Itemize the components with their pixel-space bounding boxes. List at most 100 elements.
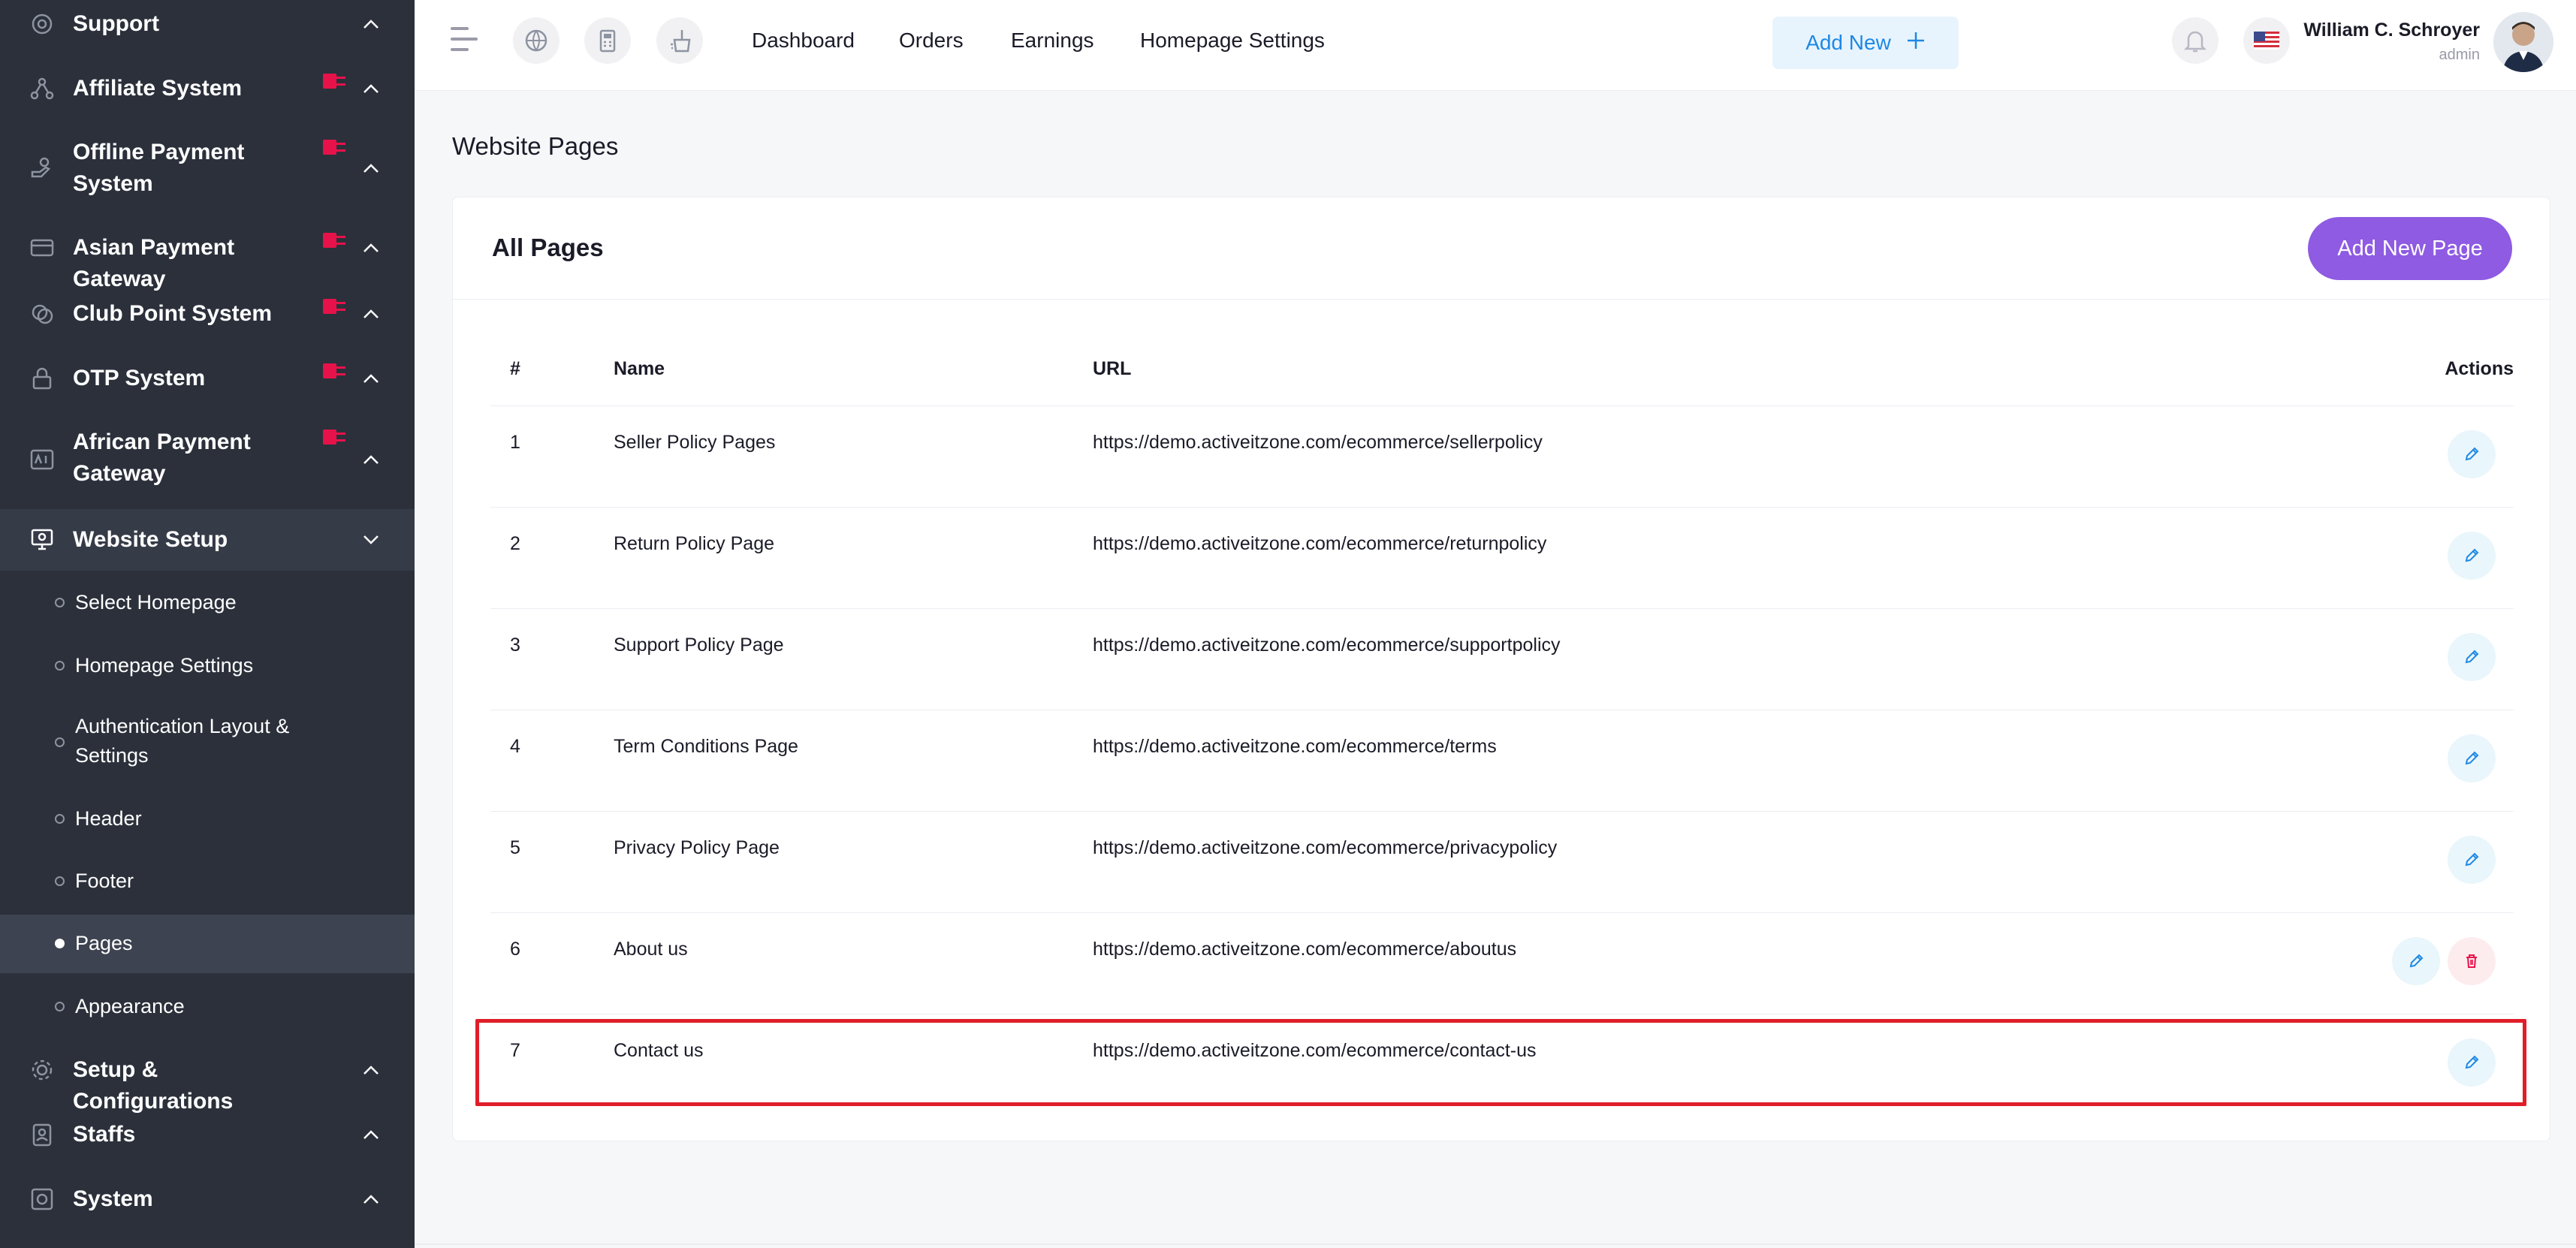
row-name: Seller Policy Pages (614, 432, 776, 453)
chevron-up-icon (360, 237, 382, 258)
bullet-icon (55, 939, 65, 948)
chevron-up-icon (360, 368, 382, 389)
addon-plug-icon (323, 428, 348, 448)
sidebar-item-website-setup[interactable]: Website Setup (0, 509, 415, 571)
chevron-up-icon (360, 303, 382, 324)
language-flag-icon[interactable] (2243, 17, 2290, 64)
pencil-icon (2465, 852, 2479, 867)
sidebar-subitem-select-homepage[interactable]: Select Homepage (0, 580, 415, 626)
staffs-icon (27, 1120, 57, 1150)
chevron-up-icon (360, 1060, 382, 1081)
edit-button[interactable] (2448, 734, 2496, 782)
sidebar-item-staffs[interactable]: Staffs (0, 1109, 415, 1160)
row-number: 5 (510, 837, 520, 858)
sidebar-item-label: Support (73, 11, 159, 36)
row-name: Term Conditions Page (614, 736, 798, 757)
sidebar-subitem-pages[interactable]: Pages (0, 915, 415, 973)
table-header: # Name URL Actions (490, 348, 2514, 406)
addon-plug-icon (323, 72, 348, 92)
affiliate-icon (27, 74, 57, 104)
row-url: https://demo.activeitzone.com/ecommerce/… (1093, 432, 1543, 453)
edit-button[interactable] (2448, 430, 2496, 478)
row-url: https://demo.activeitzone.com/ecommerce/… (1093, 533, 1547, 554)
sidebar-subitem-label: Header (75, 807, 142, 830)
offline-payment-icon (27, 153, 57, 183)
table-row: 4 Term Conditions Page https://demo.acti… (490, 710, 2514, 812)
globe-icon[interactable] (513, 17, 560, 64)
menu-toggle-icon[interactable] (451, 27, 481, 53)
table-row: 6 About us https://demo.activeitzone.com… (490, 913, 2514, 1014)
sidebar-subitem-authentication-layout[interactable]: Authentication Layout & Settings (0, 707, 415, 776)
add-new-button[interactable]: Add New (1772, 17, 1959, 69)
bullet-icon (55, 876, 65, 886)
table-row: 1 Seller Policy Pages https://demo.activ… (490, 406, 2514, 508)
chevron-up-icon (360, 1124, 382, 1145)
system-icon (27, 1184, 57, 1214)
edit-button[interactable] (2448, 532, 2496, 580)
nav-link-orders[interactable]: Orders (899, 27, 964, 54)
sidebar-item-offline-payment-system[interactable]: Offline Payment System (0, 129, 415, 207)
bullet-icon (55, 598, 65, 607)
sidebar-item-african-payment-gateway[interactable]: African Payment Gateway (0, 419, 415, 497)
sidebar-subitem-header[interactable]: Header (0, 796, 415, 843)
add-new-label: Add New (1805, 31, 1891, 54)
pencil-icon (2465, 447, 2479, 461)
sidebar-subitem-appearance[interactable]: Appearance (0, 984, 415, 1030)
sidebar: Support Affiliate System Offline Payment… (0, 0, 415, 1248)
nav-link-earnings[interactable]: Earnings (1011, 27, 1094, 54)
row-name: About us (614, 939, 688, 960)
delete-button[interactable] (2448, 937, 2496, 985)
sidebar-item-label: OTP System (73, 366, 206, 390)
row-url: https://demo.activeitzone.com/ecommerce/… (1093, 939, 1517, 960)
addon-plug-icon (323, 138, 348, 158)
clear-cache-icon[interactable] (656, 17, 703, 64)
row-number: 2 (510, 533, 520, 554)
chevron-up-icon (360, 78, 382, 99)
notification-bell-icon[interactable] (2172, 17, 2219, 64)
row-name: Return Policy Page (614, 533, 775, 554)
sidebar-item-support[interactable]: Support (0, 0, 415, 48)
sidebar-item-label: Offline Payment System (73, 140, 245, 196)
sidebar-subitem-footer[interactable]: Footer (0, 858, 415, 905)
sidebar-item-label: Asian Payment Gateway (73, 235, 235, 291)
row-number: 6 (510, 939, 520, 960)
card-header: All Pages Add New Page (453, 197, 2550, 300)
bullet-icon (55, 737, 65, 747)
edit-button[interactable] (2448, 633, 2496, 681)
sidebar-subitem-label: Footer (75, 870, 134, 892)
table-row: 3 Support Policy Page https://demo.activ… (490, 609, 2514, 710)
add-new-page-button[interactable]: Add New Page (2308, 217, 2512, 280)
edit-button[interactable] (2448, 836, 2496, 884)
row-name: Support Policy Page (614, 635, 784, 656)
sidebar-item-club-point-system[interactable]: Club Point System (0, 288, 415, 339)
sidebar-item-label: Club Point System (73, 301, 273, 326)
sidebar-item-system[interactable]: System (0, 1174, 415, 1225)
edit-button[interactable] (2392, 937, 2440, 985)
sidebar-item-label: Staffs (73, 1122, 136, 1147)
chevron-up-icon (360, 14, 382, 35)
chevron-up-icon (360, 449, 382, 470)
avatar[interactable] (2493, 12, 2553, 72)
user-name[interactable]: William C. Schroyer (2303, 20, 2480, 41)
setup-config-icon (27, 1055, 57, 1085)
nav-link-dashboard[interactable]: Dashboard (752, 27, 855, 54)
sidebar-item-label: African Payment Gateway (73, 430, 251, 486)
sidebar-item-asian-payment-gateway[interactable]: Asian Payment Gateway (0, 222, 415, 291)
sidebar-item-setup-configurations[interactable]: Setup & Configurations (0, 1045, 415, 1114)
pos-icon[interactable] (584, 17, 631, 64)
sidebar-subitem-homepage-settings[interactable]: Homepage Settings (0, 643, 415, 689)
sidebar-item-label: System (73, 1186, 153, 1211)
website-setup-icon (27, 524, 57, 554)
otp-icon (27, 363, 57, 393)
club-point-icon (27, 299, 57, 329)
sidebar-item-otp-system[interactable]: OTP System (0, 353, 415, 404)
sidebar-item-label: Website Setup (73, 527, 228, 552)
chevron-down-icon (360, 529, 382, 550)
page-title: Website Pages (452, 132, 619, 160)
row-number: 3 (510, 635, 520, 656)
row-number: 4 (510, 736, 520, 757)
chevron-up-icon (360, 1189, 382, 1210)
highlighted-row-marker (475, 1019, 2526, 1106)
sidebar-item-affiliate-system[interactable]: Affiliate System (0, 63, 415, 114)
nav-link-homepage-settings[interactable]: Homepage Settings (1140, 27, 1325, 54)
